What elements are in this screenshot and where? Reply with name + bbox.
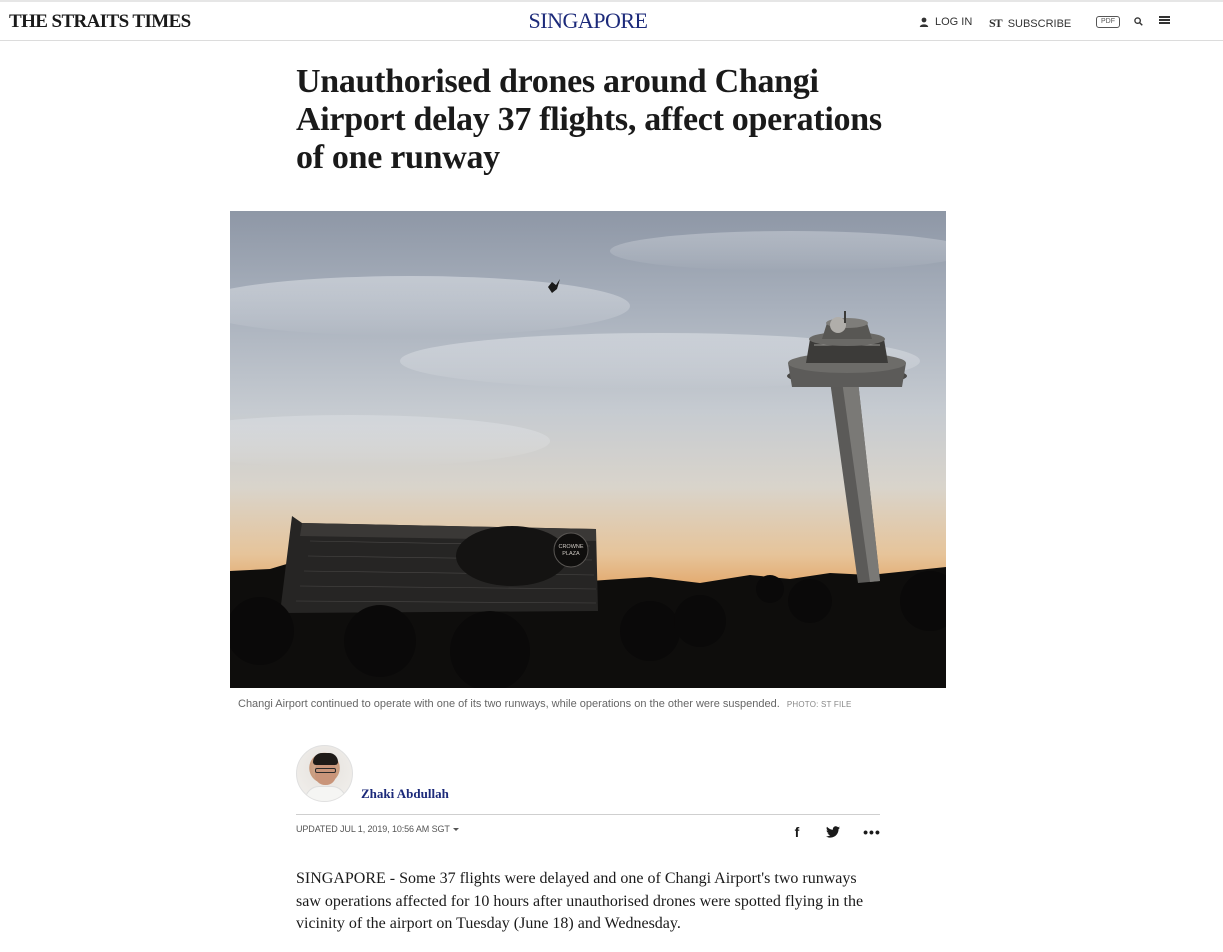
chevron-down-icon bbox=[452, 828, 459, 832]
author-avatar[interactable] bbox=[296, 745, 353, 802]
more-icon: ••• bbox=[863, 824, 881, 840]
article-photo: CROWNE PLAZA bbox=[230, 211, 946, 688]
twitter-icon bbox=[826, 826, 840, 838]
author-name[interactable]: Zhaki Abdullah bbox=[361, 786, 449, 802]
svg-text:CROWNE: CROWNE bbox=[558, 544, 583, 550]
subscribe-button[interactable]: ST SUBSCRIBE bbox=[989, 16, 1071, 31]
updated-timestamp[interactable]: UPDATED JUL 1, 2019, 10:56 AM SGT bbox=[296, 824, 459, 834]
article-paragraph: SINGAPORE - Some 37 flights were delayed… bbox=[296, 870, 864, 932]
pdf-button[interactable]: PDF bbox=[1096, 16, 1120, 28]
user-icon bbox=[919, 17, 929, 27]
photo-caption: Changi Airport continued to operate with… bbox=[238, 698, 938, 710]
st-icon: ST bbox=[989, 16, 1003, 30]
menu-button[interactable] bbox=[1159, 16, 1170, 24]
svg-text:PLAZA: PLAZA bbox=[562, 551, 580, 557]
login-label: LOG IN bbox=[935, 16, 973, 28]
byline-divider bbox=[296, 814, 880, 815]
facebook-icon: f bbox=[794, 824, 800, 840]
hotel-building: CROWNE PLAZA bbox=[280, 516, 598, 613]
updated-text: UPDATED JUL 1, 2019, 10:56 AM SGT bbox=[296, 824, 450, 834]
site-header: THE STRAITS TIMES SINGAPORE LOG IN ST SU… bbox=[0, 0, 1223, 41]
login-button[interactable]: LOG IN bbox=[919, 16, 972, 28]
article-headline: Unauthorised drones around Changi Airpor… bbox=[296, 63, 882, 176]
pdf-icon: PDF bbox=[1096, 16, 1120, 28]
more-share-button[interactable]: ••• bbox=[863, 824, 881, 840]
subscribe-label: SUBSCRIBE bbox=[1007, 17, 1072, 30]
search-button[interactable] bbox=[1134, 17, 1143, 26]
twitter-share-button[interactable] bbox=[825, 824, 841, 840]
photo-scene: CROWNE PLAZA bbox=[230, 231, 946, 688]
caption-text: Changi Airport continued to operate with… bbox=[238, 698, 780, 710]
menu-icon bbox=[1159, 16, 1170, 24]
search-icon bbox=[1134, 17, 1143, 26]
photo-credit: PHOTO: ST FILE bbox=[786, 700, 852, 709]
facebook-share-button[interactable]: f bbox=[789, 824, 805, 840]
